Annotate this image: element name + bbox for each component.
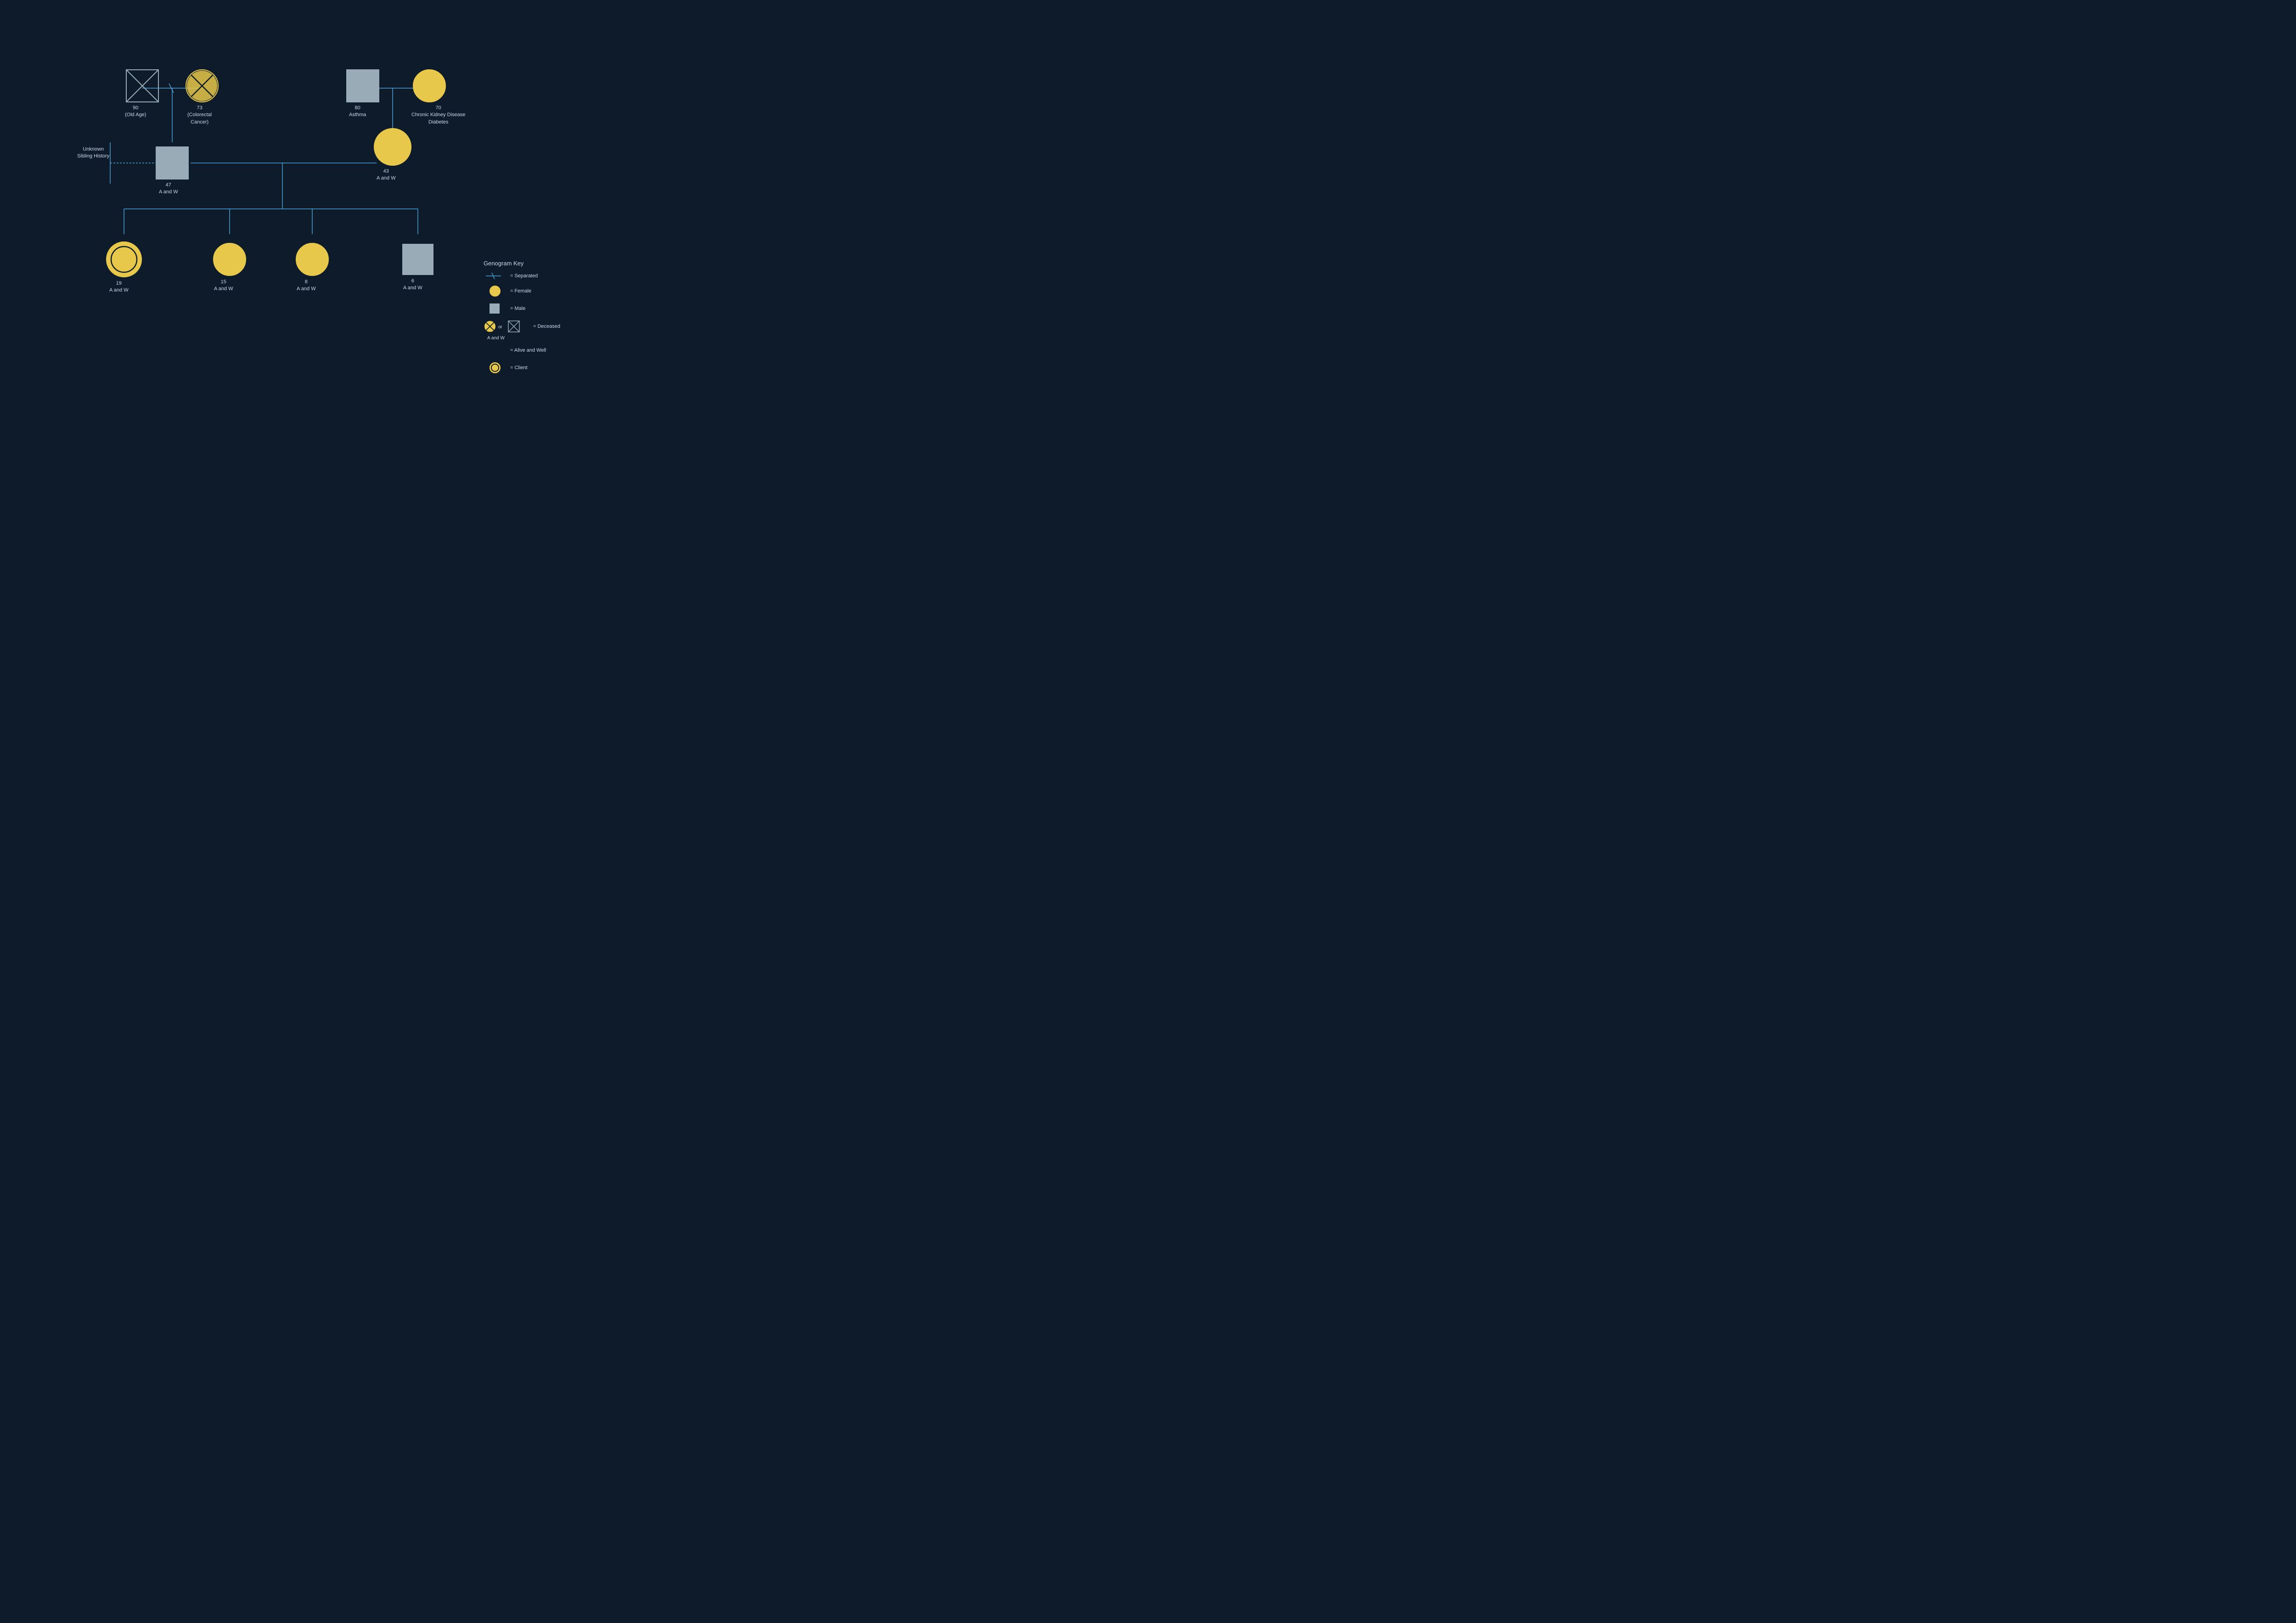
female-symbol xyxy=(484,284,506,298)
svg-text:or: or xyxy=(498,325,503,330)
key-title: Genogram Key xyxy=(484,260,560,267)
maternal-grandmother-label: 70Chronic Kidney DiseaseDiabetes xyxy=(411,105,465,126)
paternal-grandfather-label: 90(Old Age) xyxy=(125,105,146,119)
key-label-client: = Client xyxy=(510,365,528,371)
key-alive-well-sublabel: A and W xyxy=(487,336,560,341)
deceased-symbol: or xyxy=(484,319,529,334)
father-label: 47A and W xyxy=(159,182,178,196)
unknown-sibling-label: UnknownSibling History xyxy=(77,146,109,160)
genogram-container: 90(Old Age) 73(ColorectalCancer) Unknown… xyxy=(0,0,574,406)
key-label-deceased: = Deceased xyxy=(533,324,560,329)
key-label-male: = Male xyxy=(510,306,525,311)
alive-well-symbol xyxy=(484,343,506,357)
child4-label: 6A and W xyxy=(403,278,422,292)
key-item-client: = Client xyxy=(484,361,560,375)
mother-label: 43A and W xyxy=(377,168,396,182)
separated-symbol xyxy=(484,271,506,281)
client-symbol xyxy=(484,361,506,375)
key-label-separated: = Separated xyxy=(510,273,538,279)
key-label-female: = Female xyxy=(510,288,531,294)
key-item-alive-well: = Alive and Well xyxy=(484,343,560,357)
key-label-alive-well: = Alive and Well xyxy=(510,348,546,353)
maternal-grandfather-label: 80Asthma xyxy=(349,105,366,119)
genogram-key: Genogram Key = Separated = Female xyxy=(484,260,560,378)
child1-label: 19A and W xyxy=(109,280,129,294)
child3-label: 8A and W xyxy=(297,279,316,293)
key-item-male: = Male xyxy=(484,302,560,315)
key-item-female: = Female xyxy=(484,284,560,298)
key-item-deceased: or = Deceased xyxy=(484,319,560,334)
male-symbol xyxy=(484,302,506,315)
child2-label: 15A and W xyxy=(214,279,233,293)
paternal-grandmother-label: 73(ColorectalCancer) xyxy=(187,105,212,126)
key-item-separated: = Separated xyxy=(484,271,560,281)
